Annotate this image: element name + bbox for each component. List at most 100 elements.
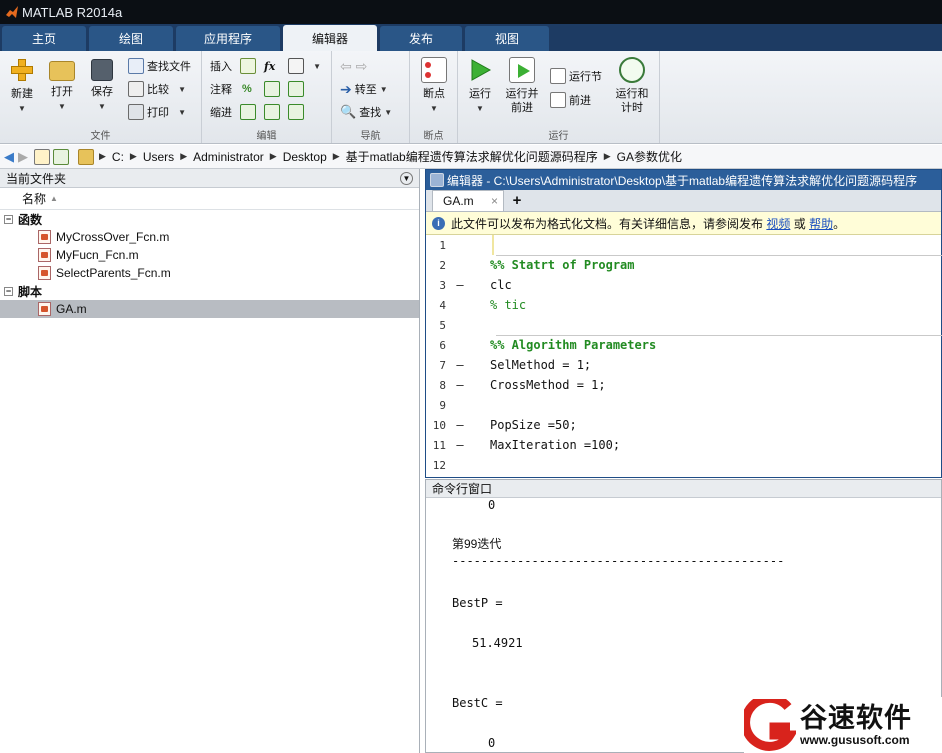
increase-indent-icon bbox=[288, 104, 304, 120]
code-line[interactable]: 1 bbox=[426, 235, 941, 255]
forward-arrow-icon[interactable]: ▶ bbox=[18, 149, 28, 165]
breakpoint-dash[interactable]: — bbox=[446, 438, 474, 452]
tab-home[interactable]: 主页 bbox=[2, 26, 86, 51]
output-line: BestC = bbox=[452, 696, 503, 710]
decrease-indent-button[interactable] bbox=[264, 103, 283, 121]
breadcrumb-desktop[interactable]: Desktop bbox=[283, 150, 327, 164]
breadcrumb-administrator[interactable]: Administrator bbox=[193, 150, 264, 164]
insert-label: 插入 bbox=[210, 61, 232, 73]
breakpoint-dash[interactable]: — bbox=[446, 278, 474, 292]
breadcrumb-project[interactable]: 基于matlab编程遗传算法求解优化问题源码程序 bbox=[346, 148, 598, 165]
compare-button[interactable]: 比较 ▼ bbox=[128, 80, 186, 98]
wrap-comments-button[interactable] bbox=[288, 80, 307, 98]
file-item-selected[interactable]: GA.m bbox=[0, 300, 419, 318]
find-files-button[interactable]: 查找文件 bbox=[128, 57, 191, 75]
insert-button[interactable]: 插入 bbox=[210, 57, 232, 75]
run-and-time-button[interactable]: 运行和 计时 bbox=[610, 57, 654, 115]
new-button[interactable]: 新建 ▼ bbox=[2, 57, 42, 116]
find-button[interactable]: 🔍 查找 ▼ bbox=[340, 103, 392, 121]
code-line[interactable]: 2 %% Statrt of Program bbox=[426, 255, 941, 275]
collapse-icon[interactable]: − bbox=[4, 214, 13, 224]
editor-tab-ga[interactable]: GA.m × bbox=[432, 190, 504, 211]
increase-indent-button[interactable] bbox=[288, 103, 307, 121]
open-button[interactable]: 打开 ▼ bbox=[42, 57, 82, 114]
breadcrumb-c[interactable]: C: bbox=[112, 150, 124, 164]
uncomment-button[interactable] bbox=[264, 80, 283, 98]
insert-section-button[interactable] bbox=[240, 57, 259, 75]
group-functions[interactable]: − 函数 bbox=[0, 210, 419, 228]
advance-button[interactable]: 前进 bbox=[550, 91, 591, 109]
code-line[interactable]: 8— CrossMethod = 1; bbox=[426, 375, 941, 395]
compare-label: 比较 bbox=[147, 84, 169, 96]
open-label: 打开 bbox=[51, 86, 73, 98]
watermark: 谷速软件 www.gususoft.com bbox=[744, 697, 942, 753]
uncomment-icon bbox=[264, 81, 280, 97]
print-button[interactable]: 打印 ▼ bbox=[128, 103, 186, 121]
toolstrip-tabs: 主页 绘图 应用程序 编辑器 发布 视图 bbox=[0, 24, 942, 51]
breadcrumb-users[interactable]: Users bbox=[143, 150, 174, 164]
percent-comment-icon[interactable]: % bbox=[242, 80, 252, 98]
indent-button[interactable]: 缩进 bbox=[210, 103, 232, 121]
browse-folder-icon[interactable] bbox=[53, 148, 69, 165]
run-section-icon bbox=[550, 68, 566, 84]
tab-editor[interactable]: 编辑器 bbox=[283, 25, 377, 51]
group-breakpoints-label: 断点 bbox=[423, 131, 444, 142]
name-column-header[interactable]: 名称 ▲ bbox=[0, 188, 419, 210]
group-edit-label: 编辑 bbox=[256, 131, 277, 142]
dropdown-caret-icon: ▼ bbox=[313, 61, 322, 71]
code-line[interactable]: 4 % tic bbox=[426, 295, 941, 315]
breakpoint-dash[interactable]: — bbox=[446, 378, 474, 392]
help-link[interactable]: 帮助 bbox=[809, 215, 833, 232]
goto-button[interactable]: ➔ 转至 ▼ bbox=[340, 80, 388, 98]
breakpoint-dash[interactable]: — bbox=[446, 418, 474, 432]
advance-icon bbox=[550, 92, 566, 108]
file-item[interactable]: MyFucn_Fcn.m bbox=[0, 246, 419, 264]
new-tab-button[interactable]: + bbox=[504, 190, 530, 211]
tab-view[interactable]: 视图 bbox=[465, 26, 549, 51]
panel-actions-icon[interactable]: ▼ bbox=[400, 171, 413, 185]
code-line[interactable]: 7— SelMethod = 1; bbox=[426, 355, 941, 375]
group-edit: 插入 fx ▼ 注释 % 缩进 编辑 bbox=[202, 51, 332, 143]
file-item[interactable]: SelectParents_Fcn.m bbox=[0, 264, 419, 282]
video-link[interactable]: 视频 bbox=[766, 215, 790, 232]
matlab-logo-icon bbox=[6, 6, 18, 18]
code-line[interactable]: 5 bbox=[426, 315, 941, 335]
breakpoints-button[interactable]: 断点 ▼ bbox=[414, 57, 454, 116]
group-scripts[interactable]: − 脚本 bbox=[0, 282, 419, 300]
code-text: % tic bbox=[490, 298, 527, 312]
code-line[interactable]: 3— clc bbox=[426, 275, 941, 295]
code-line[interactable]: 9 bbox=[426, 395, 941, 415]
run-button[interactable]: 运行 ▼ bbox=[460, 57, 500, 116]
breadcrumb-ga[interactable]: GA参数优化 bbox=[617, 148, 682, 165]
decrease-indent-icon bbox=[264, 104, 280, 120]
run-and-advance-button[interactable]: 运行并 前进 bbox=[502, 57, 542, 115]
close-tab-icon[interactable]: × bbox=[491, 194, 498, 208]
tab-publish[interactable]: 发布 bbox=[380, 26, 462, 51]
insert-function-button[interactable]: fx bbox=[264, 57, 275, 75]
breakpoint-dash[interactable]: — bbox=[446, 358, 474, 372]
comment-button[interactable]: 注释 bbox=[210, 80, 232, 98]
comment-label: 注释 bbox=[210, 84, 232, 96]
tab-plots[interactable]: 绘图 bbox=[89, 26, 173, 51]
back-nav-icon[interactable]: ⇦ ⇨ bbox=[340, 57, 367, 75]
insert-code-button[interactable]: ▼ bbox=[288, 57, 321, 75]
run-section-button[interactable]: 运行节 bbox=[550, 67, 602, 85]
run-time-label-2: 计时 bbox=[621, 102, 643, 114]
save-button[interactable]: 保存 ▼ bbox=[82, 57, 122, 114]
up-folder-icon[interactable] bbox=[34, 148, 50, 165]
output-line: BestP = bbox=[452, 596, 503, 610]
smart-indent-button[interactable] bbox=[240, 103, 259, 121]
code-area[interactable]: 1 2%% Statrt of Program 3— clc 4% tic 5 6%% Al… bbox=[426, 235, 942, 475]
code-line[interactable]: 11— MaxIteration =100; bbox=[426, 435, 941, 455]
code-lines: 1 2%% Statrt of Program 3— clc 4% tic 5 6%% Al… bbox=[426, 235, 941, 475]
breakpoints-label: 断点 bbox=[423, 88, 445, 100]
code-line[interactable]: 6 %% Algorithm Parameters bbox=[426, 335, 941, 355]
code-line[interactable]: 12 bbox=[426, 455, 941, 475]
tab-apps[interactable]: 应用程序 bbox=[176, 26, 280, 51]
indent-label: 缩进 bbox=[210, 107, 232, 119]
mfile-icon bbox=[38, 230, 51, 244]
file-item[interactable]: MyCrossOver_Fcn.m bbox=[0, 228, 419, 246]
code-line[interactable]: 10— PopSize =50; bbox=[426, 415, 941, 435]
back-arrow-icon[interactable]: ◀ bbox=[4, 149, 14, 165]
collapse-icon[interactable]: − bbox=[4, 286, 13, 296]
